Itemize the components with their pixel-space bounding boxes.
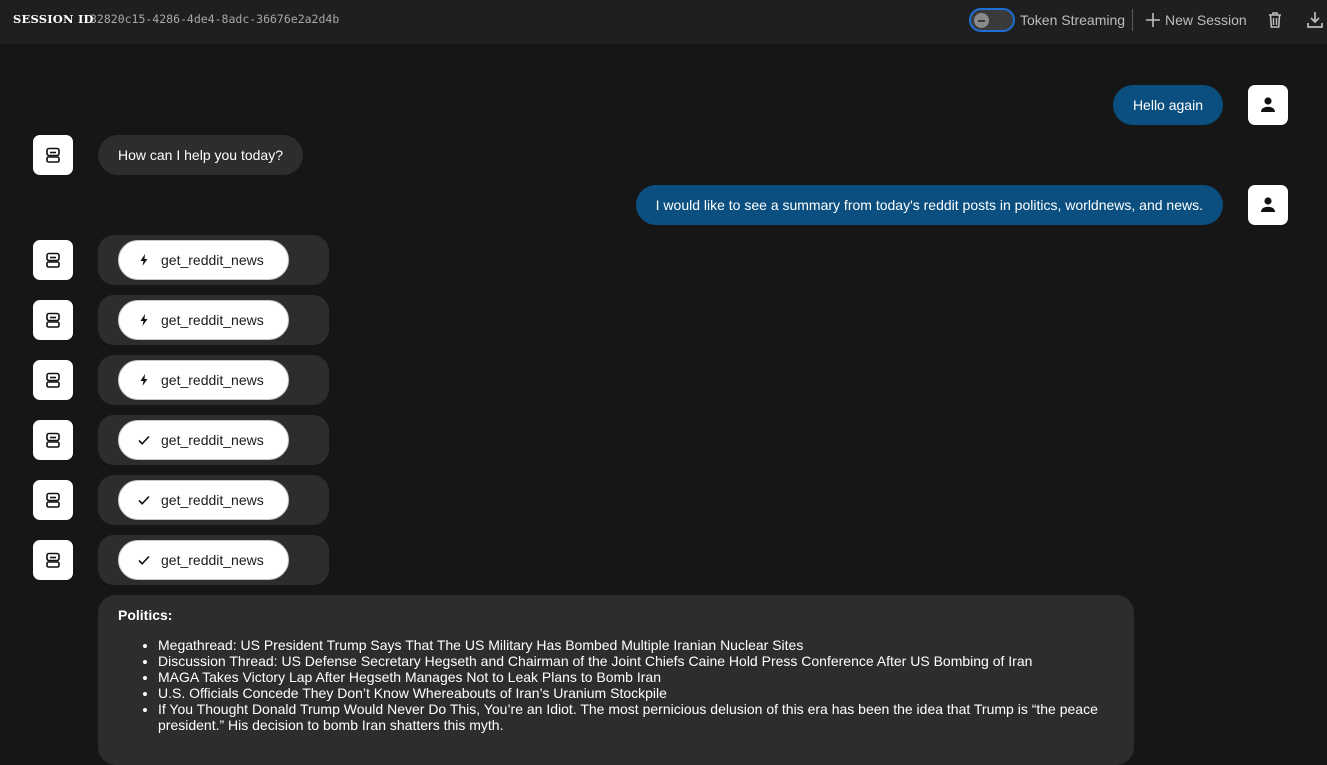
user-message: Hello again xyxy=(1112,85,1223,125)
tool-call-message: get_reddit_news xyxy=(98,415,329,465)
tool-call-name: get_reddit_news xyxy=(161,552,264,568)
robot-icon xyxy=(46,492,60,508)
robot-icon xyxy=(46,252,60,268)
list-item: U.S. Officials Concede They Don’t Know W… xyxy=(158,685,1114,701)
tool-call-name: get_reddit_news xyxy=(161,312,264,328)
tool-call-message: get_reddit_news xyxy=(98,355,329,405)
tool-call-message: get_reddit_news xyxy=(98,475,329,525)
robot-icon xyxy=(46,372,60,388)
check-icon xyxy=(138,555,150,565)
robot-icon xyxy=(46,312,60,328)
tool-call-message: get_reddit_news xyxy=(98,295,329,345)
token-streaming-label: Token Streaming xyxy=(1020,12,1126,28)
assistant-avatar xyxy=(33,540,73,580)
plus-icon xyxy=(1146,13,1160,27)
robot-icon xyxy=(46,552,60,568)
tool-call-chip[interactable]: get_reddit_news xyxy=(118,300,289,340)
download-icon[interactable] xyxy=(1305,10,1325,30)
tool-call-message: get_reddit_news xyxy=(98,235,329,285)
assistant-avatar xyxy=(33,360,73,400)
user-message: I would like to see a summary from today… xyxy=(635,185,1223,225)
person-icon xyxy=(1261,197,1275,212)
check-icon xyxy=(138,435,150,445)
session-id-value: 32820c15-4286-4de4-8adc-36676e2a2d4b xyxy=(90,12,340,26)
tool-call-name: get_reddit_news xyxy=(161,372,264,388)
assistant-avatar xyxy=(33,420,73,460)
tool-call-chip[interactable]: get_reddit_news xyxy=(118,420,289,460)
assistant-avatar xyxy=(33,135,73,175)
list-item: Megathread: US President Trump Says That… xyxy=(158,637,1114,653)
lightning-icon xyxy=(140,314,148,326)
top-bar: SESSION ID 32820c15-4286-4de4-8adc-36676… xyxy=(0,0,1327,44)
assistant-avatar xyxy=(33,480,73,520)
session-id-label: SESSION ID xyxy=(13,12,94,26)
tool-call-name: get_reddit_news xyxy=(161,432,264,448)
new-session-label: New Session xyxy=(1165,12,1247,28)
user-avatar xyxy=(1248,85,1288,125)
list-item: If You Thought Donald Trump Would Never … xyxy=(158,701,1114,733)
tool-call-chip[interactable]: get_reddit_news xyxy=(118,360,289,400)
list-item: Discussion Thread: US Defense Secretary … xyxy=(158,653,1114,669)
new-session-button[interactable]: New Session xyxy=(1145,10,1247,30)
toggle-knob xyxy=(974,13,989,28)
tool-call-message: get_reddit_news xyxy=(98,535,329,585)
list-item: MAGA Takes Victory Lap After Hegseth Man… xyxy=(158,669,1114,685)
assistant-avatar xyxy=(33,240,73,280)
robot-icon xyxy=(46,147,60,163)
tool-call-chip[interactable]: get_reddit_news xyxy=(118,240,289,280)
token-streaming-toggle[interactable] xyxy=(969,8,1015,32)
summary-heading: Politics: xyxy=(118,607,173,623)
tool-call-chip[interactable]: get_reddit_news xyxy=(118,540,289,580)
assistant-message: How can I help you today? xyxy=(98,135,303,175)
lightning-icon xyxy=(140,254,148,266)
robot-icon xyxy=(46,432,60,448)
summary-list: Megathread: US President Trump Says That… xyxy=(118,637,1114,733)
tool-call-name: get_reddit_news xyxy=(161,252,264,268)
tool-call-chip[interactable]: get_reddit_news xyxy=(118,480,289,520)
lightning-icon xyxy=(140,374,148,386)
tool-call-name: get_reddit_news xyxy=(161,492,264,508)
assistant-avatar xyxy=(33,300,73,340)
check-icon xyxy=(138,495,150,505)
user-avatar xyxy=(1248,185,1288,225)
assistant-summary-message: Politics: Megathread: US President Trump… xyxy=(98,595,1134,765)
trash-icon[interactable] xyxy=(1265,10,1285,30)
person-icon xyxy=(1261,97,1275,112)
header-divider xyxy=(1132,9,1133,31)
